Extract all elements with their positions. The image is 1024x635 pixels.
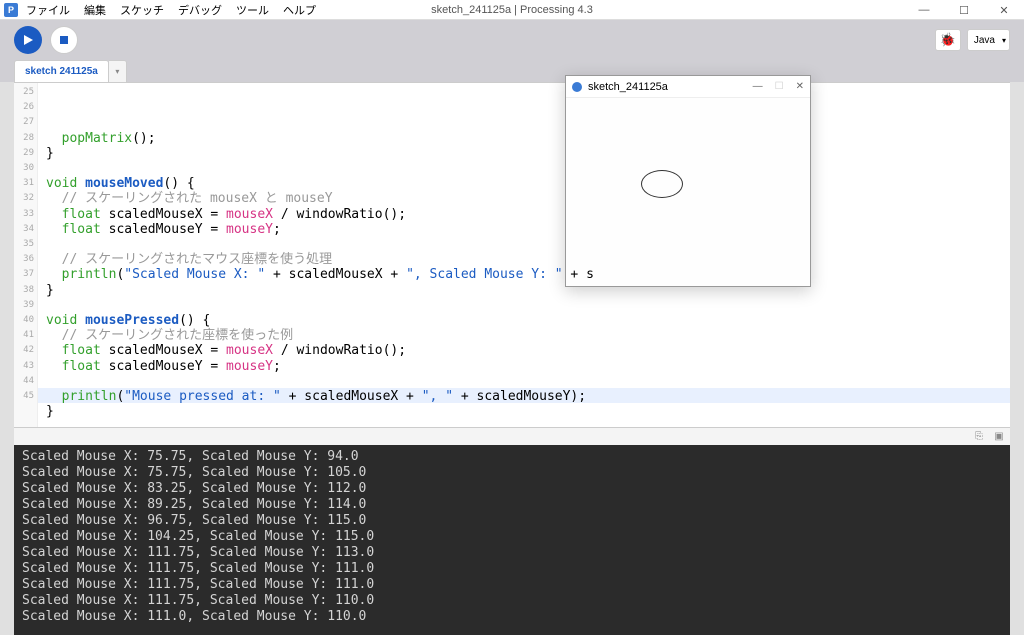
stop-button[interactable] <box>50 26 78 54</box>
mode-label: Java <box>974 35 995 46</box>
menu-help[interactable]: ヘルプ <box>283 2 316 18</box>
sketch-close[interactable]: ✕ <box>796 81 804 92</box>
console[interactable]: Scaled Mouse X: 75.75, Scaled Mouse Y: 9… <box>14 445 1010 635</box>
collapse-icon[interactable]: ▣ <box>992 430 1006 444</box>
stop-icon <box>59 35 69 45</box>
sketch-titlebar[interactable]: sketch_241125a — ☐ ✕ <box>566 76 810 98</box>
minimize-button[interactable]: — <box>904 0 944 20</box>
editor: 25 26 27 28 29 30 31 32 33 34 35 36 37 3… <box>14 82 1010 427</box>
window-title: sketch_241125a | Processing 4.3 <box>431 4 593 16</box>
sketch-maximize[interactable]: ☐ <box>775 81 784 92</box>
run-button[interactable] <box>14 26 42 54</box>
menu-edit[interactable]: 編集 <box>84 2 106 18</box>
debug-button[interactable]: 🐞 <box>935 29 961 51</box>
menu-debug[interactable]: デバッグ <box>178 2 222 18</box>
tab-bar: sketch 241125a ▾ <box>0 60 1024 82</box>
window-controls: — ☐ ✕ <box>904 0 1024 20</box>
menu-file[interactable]: ファイル <box>26 2 70 18</box>
menubar: ファイル 編集 スケッチ デバッグ ツール ヘルプ <box>26 2 316 18</box>
toolbar: 🐞 Java <box>0 20 1024 60</box>
mode-selector[interactable]: Java <box>967 29 1010 51</box>
menu-sketch[interactable]: スケッチ <box>120 2 164 18</box>
sketch-app-icon <box>572 82 582 92</box>
menu-tools[interactable]: ツール <box>236 2 269 18</box>
tab-dropdown[interactable]: ▾ <box>109 60 127 82</box>
copy-icon[interactable]: ⎘ <box>972 430 986 444</box>
gutter: 25 26 27 28 29 30 31 32 33 34 35 36 37 3… <box>14 83 38 427</box>
play-icon <box>22 34 34 46</box>
sketch-minimize[interactable]: — <box>753 81 763 92</box>
sketch-title: sketch_241125a <box>588 81 668 93</box>
maximize-button[interactable]: ☐ <box>944 0 984 20</box>
app-icon: P <box>4 3 18 17</box>
tab-active[interactable]: sketch 241125a <box>14 60 109 82</box>
titlebar: P ファイル 編集 スケッチ デバッグ ツール ヘルプ sketch_24112… <box>0 0 1024 20</box>
code-area[interactable]: popMatrix();} void mouseMoved() { // スケー… <box>38 83 1010 427</box>
close-button[interactable]: ✕ <box>984 0 1024 20</box>
console-toolbar: ⎘ ▣ <box>14 427 1010 445</box>
bug-icon: 🐞 <box>940 32 956 48</box>
